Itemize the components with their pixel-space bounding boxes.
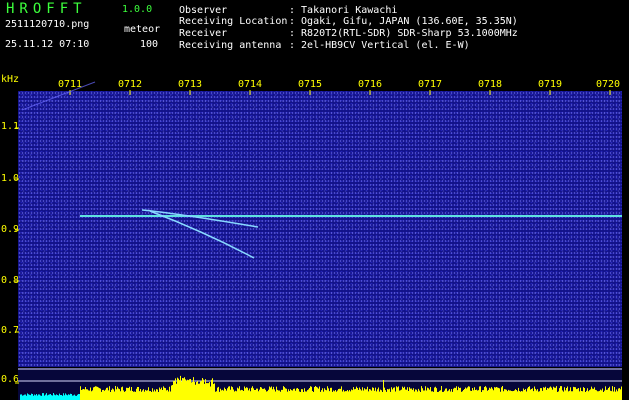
meteor-trace <box>141 209 259 228</box>
spectrogram-overlay <box>15 81 622 400</box>
diagonal-trace <box>21 81 96 111</box>
hrofft-window: HROFFT 1.0.0 2511120710.png meteor 25.11… <box>0 0 629 400</box>
